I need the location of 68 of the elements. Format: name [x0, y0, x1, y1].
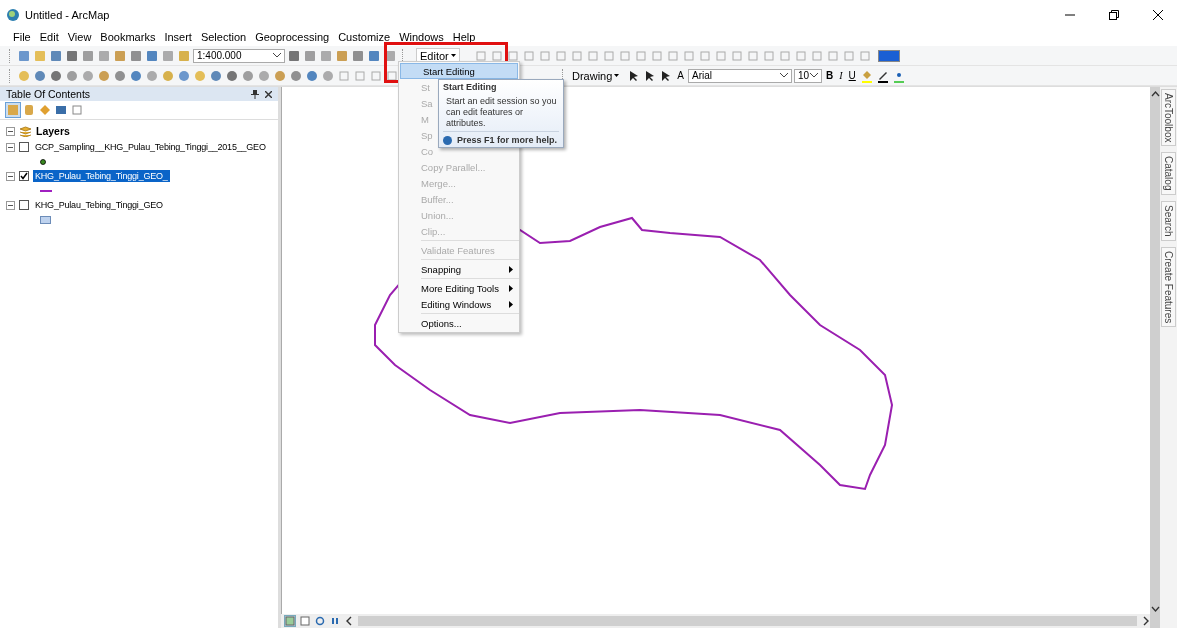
- menu-item[interactable]: Selection: [200, 31, 247, 43]
- close-icon[interactable]: [265, 90, 272, 98]
- side-tab[interactable]: Catalog: [1161, 152, 1176, 195]
- collapse-toggle[interactable]: [6, 142, 15, 152]
- point-symbol-icon: [40, 158, 46, 165]
- list-by-selection-icon[interactable]: [54, 103, 68, 117]
- help-hint: Press F1 for more help.: [457, 135, 558, 146]
- collapse-toggle[interactable]: [6, 200, 15, 210]
- pause-icon[interactable]: [330, 616, 340, 626]
- layer-name[interactable]: KHG_Pulau_Tebing_Tinggi_GEO_: [33, 170, 170, 182]
- close-icon[interactable]: [1153, 10, 1163, 20]
- side-tab[interactable]: Search: [1161, 200, 1176, 241]
- bold-button[interactable]: B: [824, 70, 836, 81]
- layers-icon: [19, 125, 32, 137]
- menu-item[interactable]: Edit: [39, 31, 59, 43]
- menu-item[interactable]: Windows: [399, 31, 444, 43]
- tooltip-title: Start Editing: [443, 82, 498, 92]
- list-by-drawing-order-icon[interactable]: [6, 103, 20, 117]
- line-symbol-icon: [40, 189, 52, 192]
- menu-item[interactable]: Insert: [164, 31, 192, 43]
- window-title: Untitled - ArcMap: [25, 9, 110, 21]
- layer-name[interactable]: GCP_Sampling__KHG_Pulau_Tebing_Tinggi__2015__GEO: [33, 141, 268, 153]
- scroll-left-icon[interactable]: [345, 616, 353, 626]
- menu-item[interactable]: Bookmarks: [100, 31, 156, 43]
- submenu-arrow-icon: [509, 265, 513, 273]
- panel-title: Table Of Contents: [6, 88, 92, 100]
- caret-icon: [614, 74, 620, 77]
- menu-item[interactable]: Help: [452, 31, 476, 43]
- list-by-source-icon[interactable]: [22, 103, 36, 117]
- menu-item[interactable]: More Editing Tools: [399, 280, 519, 296]
- list-by-visibility-icon[interactable]: [38, 103, 52, 117]
- tooltip-text: Start an edit session so you can edit features or attributes.: [445, 96, 558, 129]
- menu-item[interactable]: Snapping: [399, 261, 519, 277]
- drawing-menu[interactable]: Drawing: [570, 69, 622, 82]
- menu-item[interactable]: Customize: [338, 31, 391, 43]
- layer-checkbox[interactable]: [19, 200, 29, 210]
- collapse-toggle[interactable]: [6, 126, 15, 136]
- vertical-scrollbar[interactable]: [1150, 87, 1160, 628]
- menu-item[interactable]: Editing Windows: [399, 296, 519, 312]
- help-icon: [443, 135, 452, 145]
- menu-item[interactable]: File: [13, 31, 31, 43]
- restore-icon[interactable]: [1109, 10, 1119, 20]
- underline-button[interactable]: U: [846, 70, 858, 81]
- color-swatch[interactable]: [877, 49, 900, 62]
- layer-checkbox[interactable]: [19, 142, 29, 152]
- scroll-up-icon[interactable]: [1150, 91, 1160, 97]
- pin-icon[interactable]: [251, 89, 259, 99]
- menu-item[interactable]: Geoprocessing: [255, 31, 330, 43]
- caret-icon: [450, 54, 456, 57]
- tree-item[interactable]: Layers: [36, 125, 70, 137]
- text-tool[interactable]: A: [675, 70, 687, 81]
- menu-item[interactable]: Options...: [399, 315, 519, 331]
- font-size-dropdown[interactable]: 10: [794, 68, 823, 83]
- italic-button[interactable]: I: [837, 70, 845, 81]
- horizontal-scrollbar[interactable]: [358, 616, 1137, 626]
- scroll-right-icon[interactable]: [1142, 616, 1150, 626]
- menu-item[interactable]: View: [67, 31, 92, 43]
- scroll-down-icon[interactable]: [1150, 606, 1160, 612]
- side-tab[interactable]: Create Features: [1161, 246, 1176, 327]
- side-tab[interactable]: ArcToolbox: [1161, 89, 1176, 147]
- polygon-symbol-icon: [40, 215, 51, 224]
- menu-item[interactable]: Start Editing: [400, 63, 518, 79]
- layer-name[interactable]: KHG_Pulau_Tebing_Tinggi_GEO: [33, 199, 165, 211]
- font-dropdown[interactable]: Arial: [688, 68, 793, 83]
- refresh-icon[interactable]: [315, 616, 325, 626]
- scale-dropdown[interactable]: 1:400.000: [193, 48, 285, 63]
- collapse-toggle[interactable]: [6, 171, 15, 181]
- layer-checkbox[interactable]: [19, 171, 29, 181]
